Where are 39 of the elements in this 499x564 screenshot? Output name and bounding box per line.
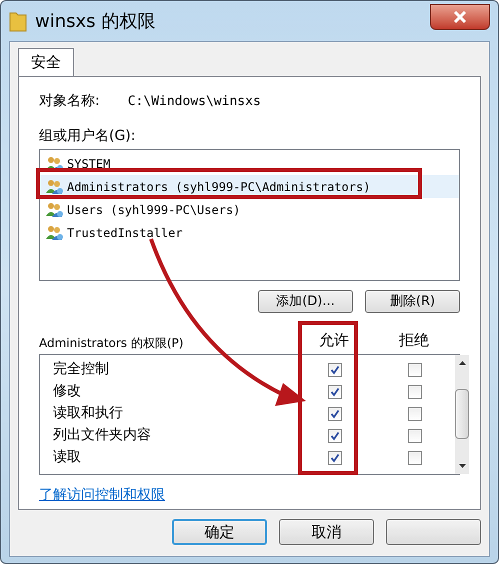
checkbox[interactable] [408, 406, 422, 420]
users-icon [46, 224, 64, 240]
down-arrow-icon [458, 464, 466, 468]
permission-name: 修改 [52, 382, 82, 401]
checkbox[interactable] [328, 384, 342, 398]
users-icon [46, 178, 64, 194]
tab[interactable]: 安全 [18, 48, 74, 76]
folder-icon [9, 10, 27, 32]
checkbox[interactable] [408, 450, 422, 464]
up-arrow-icon [458, 360, 466, 364]
permission-name: 列出文件夹内容 [52, 426, 152, 445]
permission-name: 读取和执行 [52, 404, 124, 423]
checkbox[interactable] [328, 362, 342, 376]
dialog-button[interactable] [386, 519, 481, 545]
close-button[interactable] [430, 4, 490, 30]
checkbox[interactable] [328, 428, 342, 442]
dialog-button[interactable]: 确定 [172, 519, 267, 545]
checkbox[interactable] [408, 428, 422, 442]
permission-name: 读取 [52, 448, 82, 467]
scrollbar[interactable] [455, 354, 469, 474]
checkbox[interactable] [408, 384, 422, 398]
column-header: 拒绝 [398, 330, 430, 351]
object-name-label: 对象名称: [39, 92, 100, 111]
scrollbar-thumb[interactable] [455, 389, 469, 439]
users-icon [46, 202, 64, 218]
help-link[interactable]: 了解访问控制和权限 [39, 484, 165, 506]
list-button[interactable]: 删除(R) [365, 290, 460, 313]
checkbox[interactable] [408, 362, 422, 376]
permissions-label: Administrators 的权限(P) [39, 334, 184, 352]
checkbox[interactable] [328, 406, 342, 420]
list-button[interactable]: 添加(D)... [258, 290, 353, 313]
close-icon [453, 11, 467, 23]
permission-name: 完全控制 [52, 360, 110, 379]
dialog-button[interactable]: 取消 [279, 519, 374, 545]
checkbox[interactable] [328, 450, 342, 464]
window-title: winsxs 的权限 [35, 10, 156, 34]
column-header: 允许 [318, 330, 350, 351]
object-name-value: C:\Windows\winsxs [128, 92, 261, 111]
group-list-label: 组或用户名(G): [39, 127, 136, 146]
